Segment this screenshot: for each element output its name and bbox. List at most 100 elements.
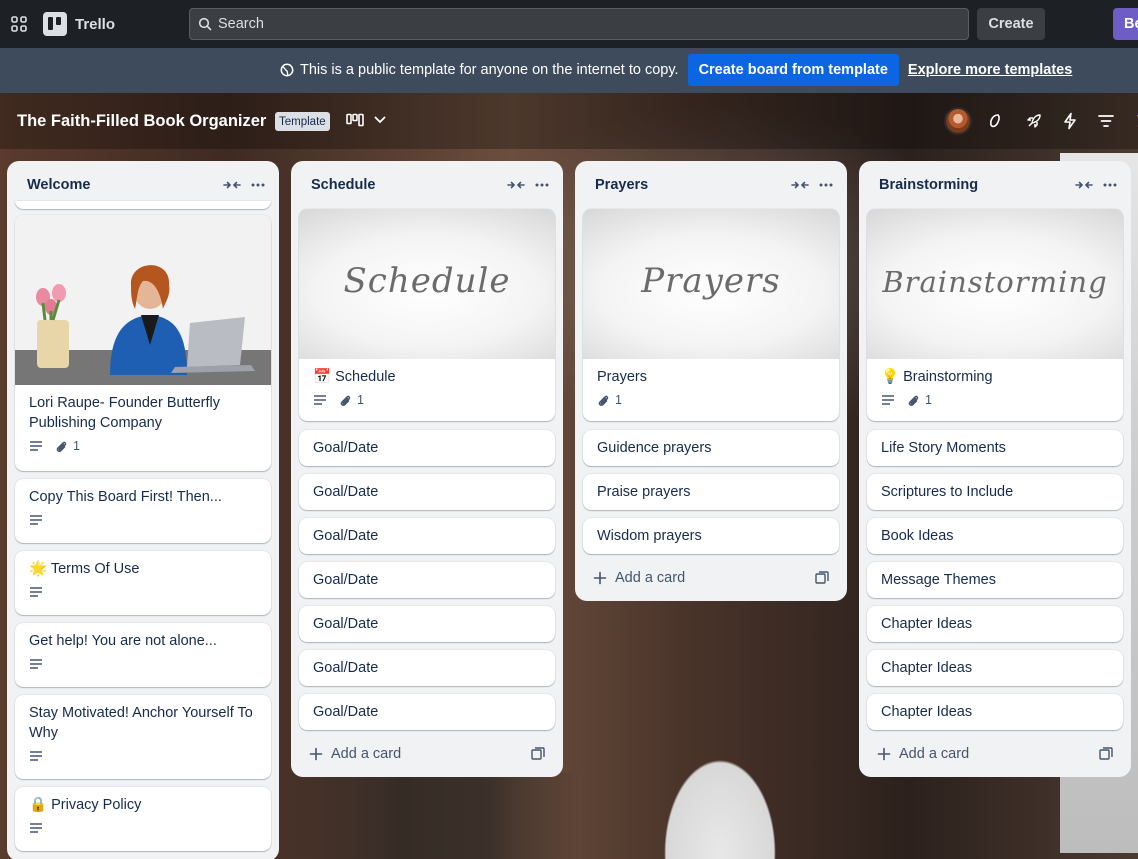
list-title[interactable]: Prayers — [595, 177, 648, 193]
list-item[interactable]: Book Ideas — [867, 518, 1123, 554]
card-title: Goal/Date — [313, 528, 379, 544]
list-more-options-icon[interactable] — [819, 178, 833, 192]
list-item[interactable]: Goal/Date — [299, 430, 555, 466]
card-title: Stay Motivated! Anchor Yourself To Why — [29, 705, 253, 741]
list-item[interactable]: Goal/Date — [299, 474, 555, 510]
card-badges — [15, 579, 271, 601]
star-emoji-icon: 🌟 — [29, 561, 48, 577]
description-icon — [30, 515, 42, 525]
list-item[interactable]: Chapter Ideas — [867, 694, 1123, 730]
cover-script-text: Schedule — [343, 261, 511, 301]
card-title: Goal/Date — [313, 660, 379, 676]
card-badges — [15, 651, 271, 673]
list-item[interactable]: 🌟 Terms Of Use — [15, 551, 271, 615]
card-title: Lori Raupe- Founder Butterfly Publishing… — [29, 395, 221, 431]
avatar[interactable] — [944, 107, 972, 135]
list-item[interactable]: Goal/Date — [299, 650, 555, 686]
search-placeholder: Search — [218, 16, 264, 32]
attachment-icon — [56, 441, 67, 452]
card-title: Goal/Date — [313, 704, 379, 720]
card-title: Goal/Date — [313, 572, 379, 588]
list-title[interactable]: Brainstorming — [879, 177, 978, 193]
card-badges: 1 — [15, 433, 271, 455]
collapse-list-icon[interactable] — [223, 178, 241, 192]
list-item[interactable]: Get help! You are not alone... — [15, 623, 271, 687]
create-board-from-template-button[interactable]: Create board from template — [687, 54, 899, 86]
card-title: Message Themes — [881, 572, 996, 588]
add-card-button[interactable]: Add a card — [867, 738, 1123, 770]
power-up-icon[interactable] — [986, 112, 1004, 130]
card-title: Chapter Ideas — [881, 704, 973, 720]
list-title[interactable]: Schedule — [311, 177, 375, 193]
create-from-template-icon[interactable] — [531, 747, 545, 761]
create-from-template-icon[interactable] — [815, 571, 829, 585]
list-item[interactable]: Brainstorming 💡 Brainstorming 1 — [867, 209, 1123, 421]
card-cover: Schedule — [299, 209, 555, 359]
list-item[interactable]: Stay Motivated! Anchor Yourself To Why — [15, 695, 271, 779]
list-item-partial[interactable] — [15, 201, 271, 209]
list-item[interactable]: Goal/Date — [299, 562, 555, 598]
list-item[interactable]: Goal/Date — [299, 518, 555, 554]
create-button[interactable]: Create — [977, 8, 1045, 40]
add-card-button[interactable]: Add a card — [583, 562, 839, 594]
board-view-icon[interactable] — [346, 113, 364, 127]
description-icon — [30, 823, 42, 833]
card-title: Chapter Ideas — [881, 660, 973, 676]
list-item[interactable]: Copy This Board First! Then... — [15, 479, 271, 543]
add-card-button[interactable]: Add a card — [299, 738, 555, 770]
star-icon[interactable] — [1131, 112, 1138, 130]
collapse-list-icon[interactable] — [507, 178, 525, 192]
plus-icon — [877, 747, 891, 761]
cover-script-text: Brainstorming — [882, 265, 1108, 299]
list-schedule: Schedule Schedule 📅 Schedule 1 Goal/Date… — [291, 161, 563, 777]
collapse-list-icon[interactable] — [791, 178, 809, 192]
list-item[interactable]: Wisdom prayers — [583, 518, 839, 554]
description-icon — [314, 395, 326, 405]
list-more-options-icon[interactable] — [1103, 178, 1117, 192]
explore-more-templates-link[interactable]: Explore more templates — [908, 62, 1072, 78]
list-item[interactable]: Guidence prayers — [583, 430, 839, 466]
attachment-icon — [340, 395, 351, 406]
list-item[interactable]: Goal/Date — [299, 606, 555, 642]
description-icon — [30, 587, 42, 597]
automation-lightning-icon[interactable] — [1061, 112, 1079, 130]
list-item[interactable]: Life Story Moments — [867, 430, 1123, 466]
list-welcome: Welcome Lori Raupe- Founder Butterfly Pu… — [7, 161, 279, 859]
list-item[interactable]: Message Themes — [867, 562, 1123, 598]
card-badges: 1 — [583, 387, 839, 409]
list-item[interactable]: 🔒 Privacy Policy — [15, 787, 271, 851]
list-item[interactable]: Schedule 📅 Schedule 1 — [299, 209, 555, 421]
collapse-list-icon[interactable] — [1075, 178, 1093, 192]
card-title: Guidence prayers — [597, 440, 712, 456]
list-item[interactable]: Goal/Date — [299, 694, 555, 730]
list-more-options-icon[interactable] — [535, 178, 549, 192]
list-more-options-icon[interactable] — [251, 178, 265, 192]
card-title-text: Privacy Policy — [51, 797, 142, 813]
card-title: Chapter Ideas — [881, 616, 973, 632]
card-title: 🌟 Terms Of Use — [15, 551, 271, 579]
upgrade-button[interactable]: Be — [1113, 8, 1138, 40]
template-badge: Template — [275, 112, 330, 131]
list-item[interactable]: Lori Raupe- Founder Butterfly Publishing… — [15, 215, 271, 471]
card-cover: Brainstorming — [867, 209, 1123, 359]
attachment-count: 1 — [73, 439, 80, 453]
card-title: Praise prayers — [597, 484, 691, 500]
filter-icon[interactable] — [1097, 112, 1115, 130]
list-item[interactable]: Praise prayers — [583, 474, 839, 510]
lightbulb-emoji-icon: 💡 — [881, 369, 900, 385]
list-item[interactable]: Scriptures to Include — [867, 474, 1123, 510]
list-item[interactable]: Chapter Ideas — [867, 606, 1123, 642]
chevron-down-icon[interactable] — [374, 115, 386, 125]
attachment-count: 1 — [925, 393, 932, 407]
list-item[interactable]: Chapter Ideas — [867, 650, 1123, 686]
trello-logo[interactable]: Trello — [43, 12, 115, 36]
attachment-icon — [598, 395, 609, 406]
list-item[interactable]: Prayers Prayers 1 — [583, 209, 839, 421]
list-title[interactable]: Welcome — [27, 177, 90, 193]
create-from-template-icon[interactable] — [1099, 747, 1113, 761]
board-title[interactable]: The Faith-Filled Book Organizer — [17, 112, 266, 131]
card-badges: 1 — [867, 387, 1123, 409]
rocket-icon[interactable] — [1025, 112, 1043, 130]
app-switcher-icon[interactable] — [11, 16, 27, 32]
search-input[interactable]: Search — [189, 8, 969, 40]
